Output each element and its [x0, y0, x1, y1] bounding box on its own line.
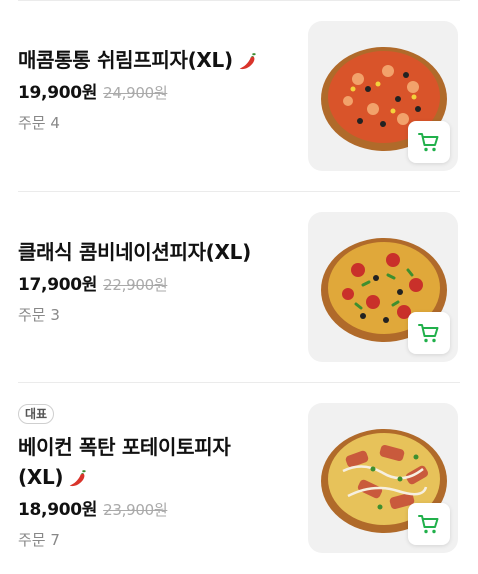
menu-item-info: 매콤통통 쉬림프피자(XL) 19,900원 24,900원 주문 4: [18, 45, 298, 133]
menu-item-bacon-potato-pizza[interactable]: 대표 베이컨 폭탄 포테이토피자 (XL) 18,900원 23,900원 주문 …: [0, 383, 478, 574]
original-price: 22,900원: [103, 276, 168, 294]
menu-item-combination-pizza[interactable]: 클래식 콤비네이션피자(XL) 17,900원 22,900원 주문 3: [0, 192, 478, 382]
menu-item-name: 베이컨 폭탄 포테이토피자 (XL): [18, 435, 231, 489]
shopping-cart-icon: [418, 324, 439, 343]
add-to-cart-button[interactable]: [408, 312, 450, 354]
add-to-cart-button[interactable]: [408, 121, 450, 163]
sale-price: 19,900원: [18, 83, 98, 103]
price-row: 18,900원 23,900원: [18, 498, 298, 522]
menu-list: 매콤통통 쉬림프피자(XL) 19,900원 24,900원 주문 4 클래식 …: [0, 0, 478, 574]
original-price: 24,900원: [103, 84, 168, 102]
shopping-cart-icon: [418, 133, 439, 152]
chili-pepper-icon: [239, 52, 256, 69]
menu-item-info: 대표 베이컨 폭탄 포테이토피자 (XL) 18,900원 23,900원 주문 …: [18, 403, 298, 550]
signature-badge: 대표: [18, 404, 55, 424]
price-row: 19,900원 24,900원: [18, 81, 298, 105]
menu-item-thumbnail[interactable]: [308, 212, 458, 362]
add-to-cart-button[interactable]: [408, 503, 450, 545]
sale-price: 17,900원: [18, 275, 98, 295]
menu-item-shrimp-pizza[interactable]: 매콤통통 쉬림프피자(XL) 19,900원 24,900원 주문 4: [0, 0, 478, 192]
shopping-cart-icon: [418, 515, 439, 534]
order-count: 주문 7: [18, 531, 60, 549]
menu-item-name: 클래식 콤비네이션피자(XL): [18, 240, 251, 264]
sale-price: 18,900원: [18, 500, 98, 520]
price-row: 17,900원 22,900원: [18, 273, 298, 297]
original-price: 23,900원: [103, 501, 168, 519]
order-count: 주문 4: [18, 114, 60, 132]
order-count: 주문 3: [18, 306, 60, 324]
menu-item-thumbnail[interactable]: [308, 21, 458, 171]
menu-item-info: 클래식 콤비네이션피자(XL) 17,900원 22,900원 주문 3: [18, 237, 298, 325]
menu-item-name: 매콤통통 쉬림프피자(XL): [18, 45, 298, 75]
menu-item-thumbnail[interactable]: [308, 403, 458, 553]
chili-pepper-icon: [70, 469, 87, 486]
